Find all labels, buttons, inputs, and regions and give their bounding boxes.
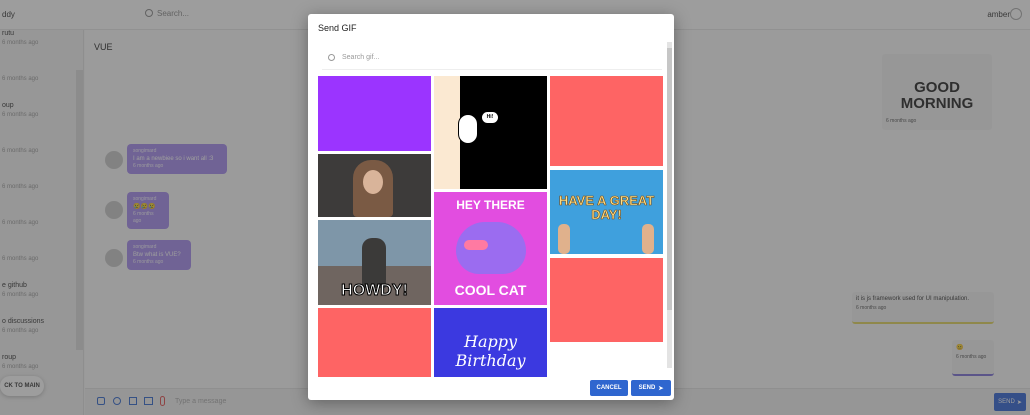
gif-tile[interactable] [318, 76, 431, 151]
app: ddy Search... amber rutu 6 months ago 6 … [0, 0, 1030, 415]
send-label: SEND [638, 385, 656, 391]
gif-tile[interactable]: HEY THERE COOL CAT [434, 192, 547, 305]
send-gif-button[interactable]: SEND ➤ [631, 380, 671, 396]
gif-speech-bubble: Hi! [482, 112, 498, 123]
gif-tile[interactable] [318, 154, 431, 217]
send-gif-modal: Send GIF Search gif... HOWDY! Hi! HEY TH… [308, 14, 674, 400]
search-icon [328, 54, 335, 61]
modal-scrollbar-thumb[interactable] [667, 48, 672, 310]
gif-tile[interactable] [318, 308, 431, 377]
gif-caption: HEY THERE [456, 198, 525, 212]
gif-grid: HOWDY! Hi! HEY THERE COOL CAT Happy Birt… [318, 76, 663, 377]
send-icon: ➤ [658, 385, 664, 392]
gif-hand [558, 224, 570, 254]
gif-caption: Happy Birthday [455, 332, 526, 370]
gif-panel [434, 76, 460, 189]
gif-face [458, 114, 478, 144]
modal-title: Send GIF [318, 23, 357, 33]
cancel-button[interactable]: CANCEL [590, 380, 628, 396]
gif-tile[interactable] [550, 258, 663, 342]
gif-caption: HOWDY! [341, 282, 409, 300]
gif-figure [362, 238, 386, 288]
gif-search-placeholder: Search gif... [342, 54, 380, 61]
gif-caption: COOL CAT [454, 282, 527, 298]
gif-hand [642, 224, 654, 254]
gif-caption: HAVE A GREAT DAY! [558, 193, 655, 222]
gif-tile[interactable]: HAVE A GREAT DAY! [550, 170, 663, 254]
gif-tile[interactable] [550, 76, 663, 166]
gif-sunglasses [464, 240, 488, 250]
gif-tile[interactable]: HOWDY! [318, 220, 431, 305]
gif-tile[interactable]: Hi! [434, 76, 547, 189]
gif-tile[interactable]: Happy Birthday [434, 308, 547, 377]
gif-face [363, 170, 383, 194]
gif-search-input[interactable]: Search gif... [322, 48, 662, 70]
